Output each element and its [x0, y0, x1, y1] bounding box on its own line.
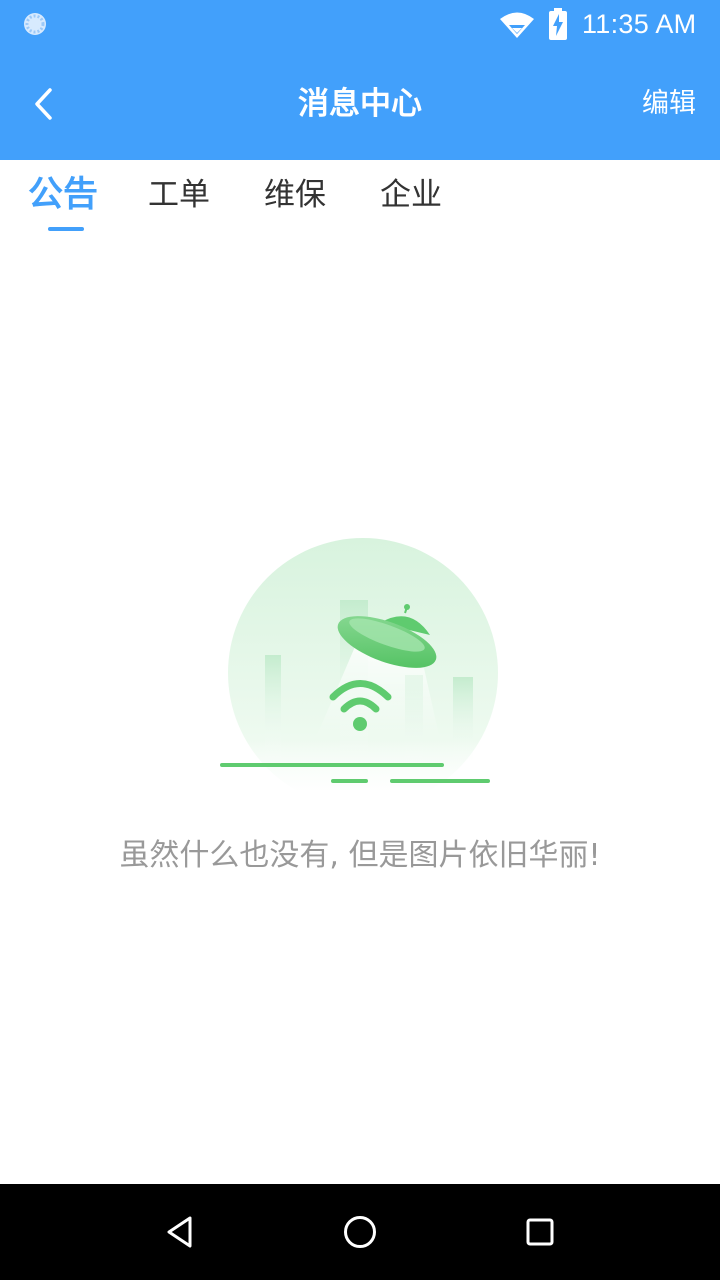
tab-enterprise[interactable]: 企业	[380, 172, 442, 232]
page-title: 消息中心	[298, 86, 422, 122]
tab-announcements[interactable]: 公告	[28, 172, 98, 232]
ufo-wifi-illustration	[220, 538, 498, 790]
empty-state-message: 虽然什么也没有, 但是图片依旧华丽!	[119, 838, 601, 873]
status-time: 11:35 AM	[582, 9, 697, 39]
status-bar: 11:35 AM	[0, 0, 720, 48]
nav-back-button[interactable]	[154, 1206, 206, 1258]
recents-square-icon	[526, 1218, 554, 1246]
active-tab-indicator	[48, 227, 84, 231]
system-navigation-bar	[0, 1184, 720, 1280]
nav-home-button[interactable]	[334, 1206, 386, 1258]
app-bar: 消息中心 编辑	[0, 48, 720, 160]
back-button[interactable]	[14, 74, 74, 134]
tab-work-orders[interactable]: 工单	[148, 172, 210, 232]
edit-button[interactable]: 编辑	[642, 48, 696, 160]
message-center-screen: 11:35 AM 消息中心 编辑 公告 工单 维保 企业 虽然什么也没有, 但是…	[0, 0, 720, 1280]
sync-icon	[24, 13, 46, 35]
battery-charging-icon	[549, 8, 567, 40]
tab-bar: 公告 工单 维保 企业	[0, 160, 720, 240]
chevron-left-icon	[35, 88, 52, 120]
nav-recents-button[interactable]	[514, 1206, 566, 1258]
wifi-icon	[500, 12, 534, 38]
tab-maintenance[interactable]: 维保	[264, 172, 326, 232]
home-circle-icon	[344, 1216, 376, 1248]
back-triangle-icon	[167, 1216, 192, 1248]
